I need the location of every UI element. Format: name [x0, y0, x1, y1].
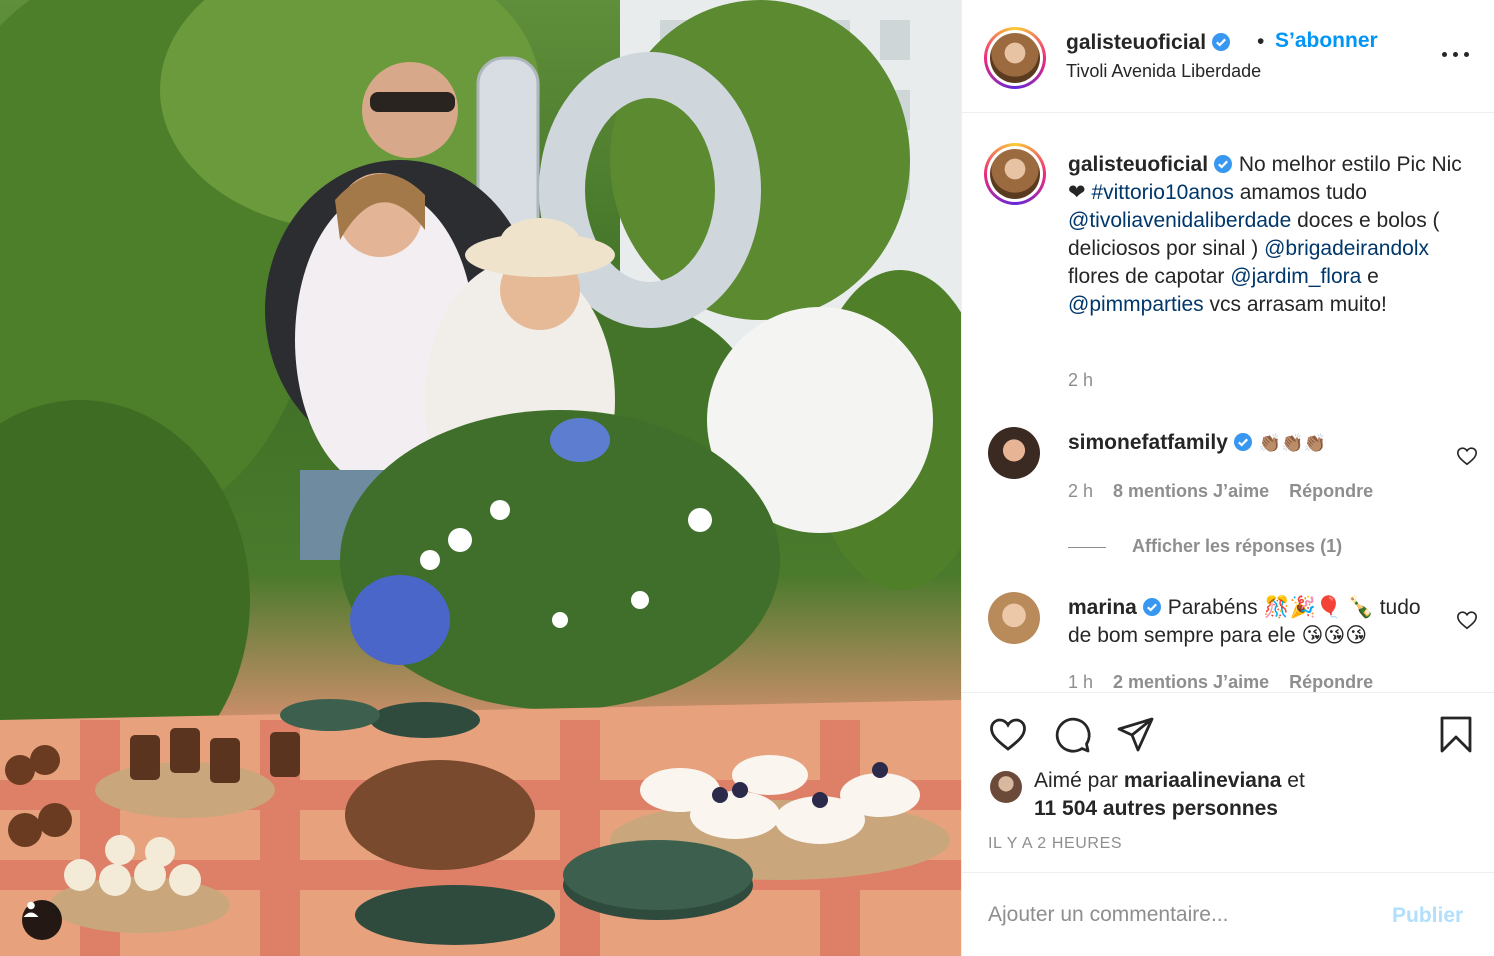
caption-username[interactable]: galisteuoficial [1068, 153, 1208, 176]
comment-username[interactable]: simonefatfamily [1068, 431, 1228, 454]
likes-summary[interactable]: Aimé par mariaalineviana et 11 504 autres… [1034, 767, 1305, 823]
mention-link[interactable]: @jardim_flora [1230, 265, 1361, 288]
comment-avatar[interactable] [988, 427, 1040, 479]
comment-meta: 1 h 2 mentions J’aime Répondre [1068, 672, 1393, 692]
comments-section[interactable]: galisteuoficial No melhor estilo Pic Nic… [962, 113, 1494, 692]
comment-icon[interactable] [1052, 715, 1092, 755]
heart-emoji: ❤ [1068, 181, 1086, 204]
comment-likes[interactable]: 2 mentions J’aime [1113, 672, 1269, 692]
likes-middle: et [1281, 769, 1305, 792]
verified-badge-icon [1212, 33, 1231, 51]
header-separator: • [1257, 30, 1265, 53]
comment-avatar[interactable] [988, 592, 1040, 644]
likes-others[interactable]: 11 504 autres personnes [1034, 797, 1278, 820]
more-options-icon[interactable] [1442, 44, 1472, 64]
post-actions: Aimé par mariaalineviana et 11 504 autres… [962, 692, 1494, 872]
comment-time[interactable]: 1 h [1068, 672, 1093, 692]
caption-avatar[interactable] [984, 143, 1046, 205]
post-location[interactable]: Tivoli Avenida Liberdade [1066, 61, 1261, 82]
comment-like-heart-icon[interactable] [1456, 445, 1478, 467]
caption-part: amamos tudo [1233, 181, 1367, 204]
comment-input[interactable] [988, 897, 1368, 933]
caption-part: flores de capotar [1068, 265, 1231, 288]
post-timestamp[interactable]: IL Y A 2 HEURES [988, 835, 1122, 853]
comment-like-heart-icon[interactable] [1456, 609, 1478, 631]
liked-by-user[interactable]: mariaalineviana [1124, 769, 1282, 792]
post-header: galisteuoficial • S’abonner Tivoli Aveni… [962, 0, 1494, 113]
mention-link[interactable]: @pimmparties [1068, 293, 1204, 316]
caption-part: No melhor estilo Pic Nic [1238, 153, 1462, 176]
comment-meta: 2 h 8 mentions J’aime Répondre [1068, 481, 1393, 502]
mention-link[interactable]: @brigadeirandolx [1264, 237, 1429, 260]
caption-part: vcs arrasam muito! [1203, 293, 1387, 316]
heart-icon[interactable] [988, 715, 1028, 755]
likes-prefix: Aimé par [1034, 769, 1124, 792]
comment-text: simonefatfamily 👏🏽👏🏽👏🏽 [1068, 429, 1448, 458]
bookmark-icon[interactable] [1436, 715, 1476, 755]
comment-time[interactable]: 2 h [1068, 481, 1093, 501]
view-replies-button[interactable]: Afficher les réponses (1) [1068, 536, 1342, 557]
comment-text: marina Parabéns 🎊🎉🎈 🍾 tudo de bom sempre… [1068, 594, 1448, 650]
verified-badge-icon [1233, 433, 1252, 451]
share-icon[interactable] [1116, 715, 1156, 755]
post-photo[interactable]: 10 [0, 0, 961, 956]
author-username[interactable]: galisteuoficial [1066, 31, 1206, 54]
author-avatar[interactable] [984, 27, 1046, 89]
caption-time[interactable]: 2 h [1068, 370, 1093, 391]
add-comment-bar: Publier [962, 872, 1494, 956]
comment-username[interactable]: marina [1068, 596, 1137, 619]
caption-text: galisteuoficial No melhor estilo Pic Nic… [1068, 151, 1478, 319]
user-tag-icon [23, 901, 39, 917]
follow-button[interactable]: S’abonner [1275, 29, 1378, 53]
comment-likes[interactable]: 8 mentions J’aime [1113, 481, 1269, 501]
post-sidebar: galisteuoficial • S’abonner Tivoli Aveni… [961, 0, 1494, 956]
caption-part: e [1361, 265, 1379, 288]
hashtag-link[interactable]: #vittorio10anos [1091, 181, 1233, 204]
liked-by-avatar[interactable] [990, 771, 1022, 803]
photo-scene: 10 [0, 0, 961, 956]
publish-button[interactable]: Publier [1392, 904, 1463, 928]
verified-badge-icon [1214, 155, 1233, 173]
reply-button[interactable]: Répondre [1289, 481, 1373, 501]
verified-badge-icon [1142, 598, 1161, 616]
comment-body: 👏🏽👏🏽👏🏽 [1258, 433, 1326, 454]
mention-link[interactable]: @tivoliavenidaliberdade [1068, 209, 1291, 232]
user-tag-button[interactable] [22, 900, 62, 940]
reply-button[interactable]: Répondre [1289, 672, 1373, 692]
view-replies-label: Afficher les réponses (1) [1132, 536, 1343, 556]
